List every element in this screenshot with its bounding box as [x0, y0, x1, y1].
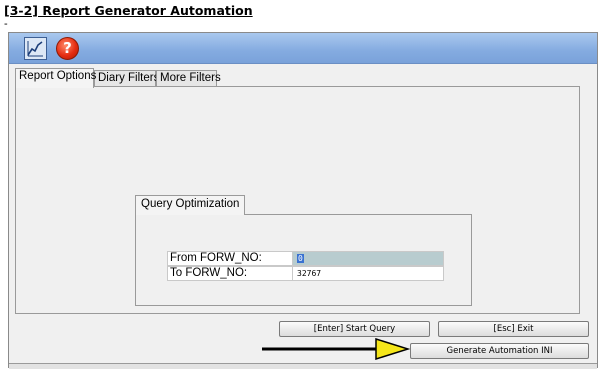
window-footer [9, 363, 597, 369]
query-optimization-title: Query Optimization [135, 195, 246, 215]
chart-icon[interactable] [24, 37, 47, 60]
to-forw-no-row: To FORW_NO: 32767 [167, 266, 444, 281]
pointer-arrow-icon [262, 338, 410, 360]
tab-diary-filters[interactable]: Diary Filters [94, 70, 159, 87]
generate-automation-ini-button[interactable]: Generate Automation INI [410, 343, 589, 359]
from-forw-no-field[interactable]: 0 [293, 252, 443, 265]
report-options-panel: Query Optimization From FORW_NO: 0 To FO… [15, 86, 580, 314]
from-forw-no-value: 0 [297, 254, 304, 263]
to-forw-no-label: To FORW_NO: [168, 267, 293, 280]
tab-report-options[interactable]: Report Options [15, 68, 96, 88]
heading-dash: - [4, 18, 8, 30]
from-forw-no-label: From FORW_NO: [168, 252, 293, 265]
from-forw-no-row: From FORW_NO: 0 [167, 251, 444, 266]
tab-more-filters[interactable]: More Filters [156, 70, 221, 87]
exit-button[interactable]: [Esc] Exit [438, 321, 589, 337]
start-query-button[interactable]: [Enter] Start Query [279, 321, 430, 337]
query-optimization-group: From FORW_NO: 0 To FORW_NO: 32767 [135, 214, 472, 306]
to-forw-no-field[interactable]: 32767 [293, 267, 443, 280]
toolbar: ? [9, 33, 597, 64]
report-generator-window: ? Report Options Diary Filters More Filt… [8, 32, 598, 369]
help-icon[interactable]: ? [56, 37, 79, 60]
document-heading: [3-2] Report Generator Automation [4, 3, 253, 18]
